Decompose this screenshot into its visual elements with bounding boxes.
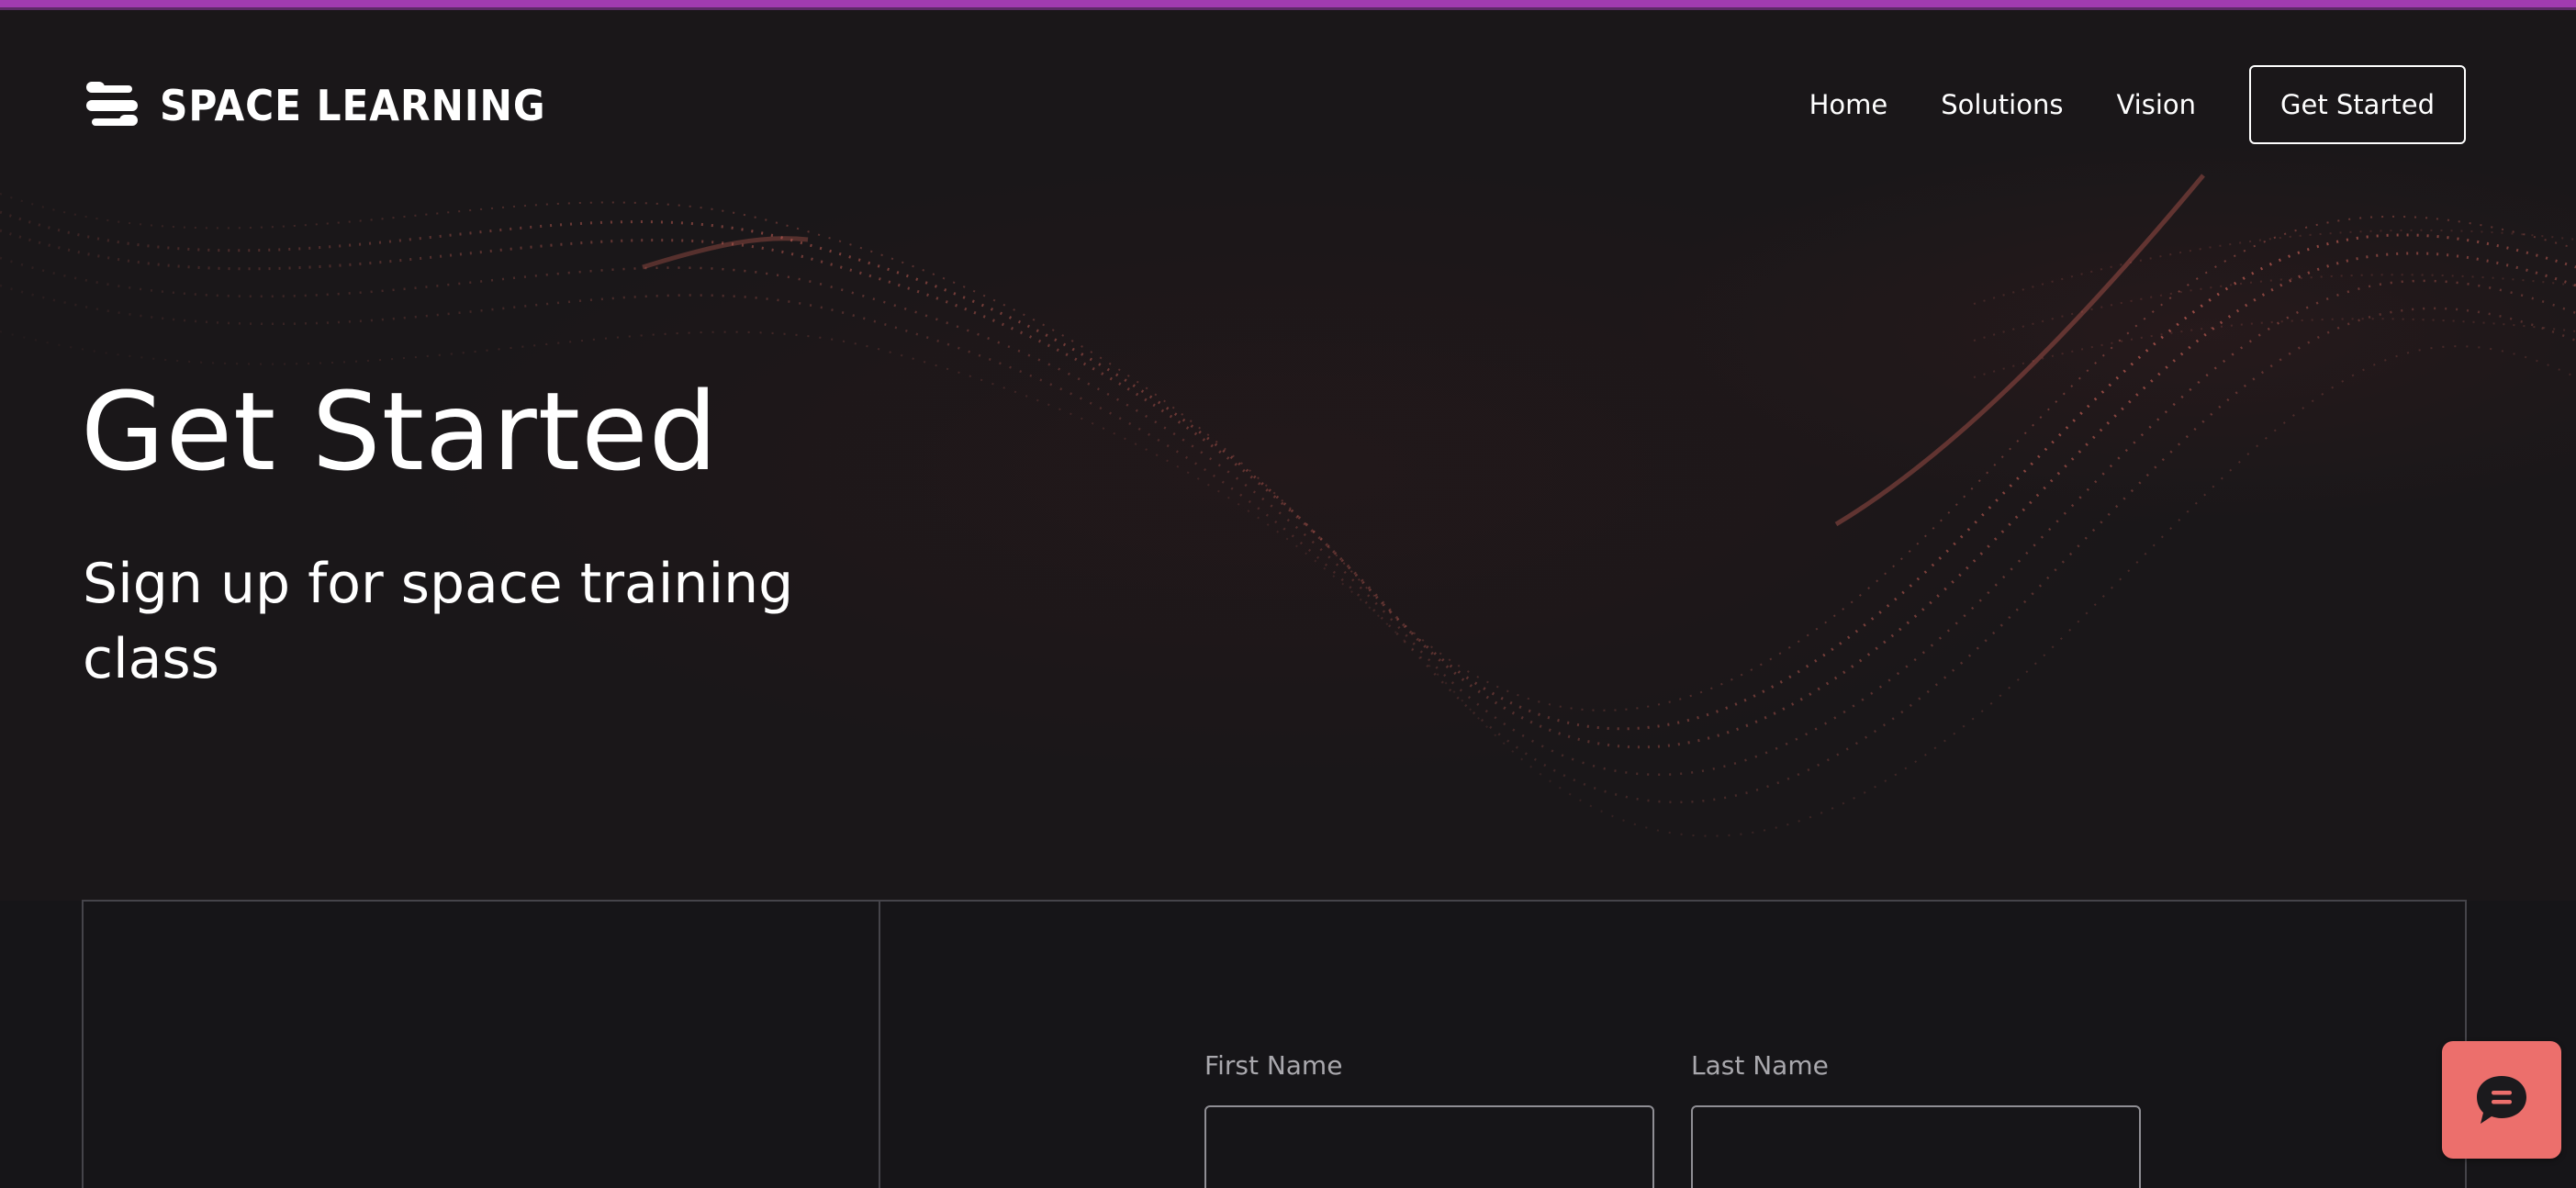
brand-name: SPACE LEARNING [160, 81, 546, 130]
last-name-label: Last Name [1691, 1050, 1829, 1081]
page-subtitle: Sign up for space training class [83, 552, 794, 691]
chat-bubble-icon [2477, 1076, 2526, 1124]
signup-form-section: First Name Last Name [82, 900, 2467, 1188]
nav-link-solutions[interactable]: Solutions [1941, 89, 2063, 120]
first-name-input[interactable] [1204, 1105, 1654, 1188]
hero-section: SPACE LEARNING Home Solutions Vision Get… [0, 10, 2576, 901]
chat-button[interactable] [2442, 1041, 2561, 1159]
get-started-button[interactable]: Get Started [2249, 65, 2466, 144]
main-nav: Home Solutions Vision Get Started [1809, 63, 2466, 146]
page-title: Get Started [81, 368, 719, 495]
nav-link-home[interactable]: Home [1809, 89, 1888, 120]
nav-link-vision[interactable]: Vision [2116, 89, 2196, 120]
last-name-input[interactable] [1691, 1105, 2141, 1188]
first-name-label: First Name [1204, 1050, 1343, 1081]
page: SPACE LEARNING Home Solutions Vision Get… [0, 0, 2576, 1188]
brand-logo[interactable]: SPACE LEARNING [83, 67, 579, 144]
space-learning-logo-icon [86, 82, 138, 126]
form-divider [879, 902, 880, 1188]
top-accent-bar [0, 0, 2576, 10]
